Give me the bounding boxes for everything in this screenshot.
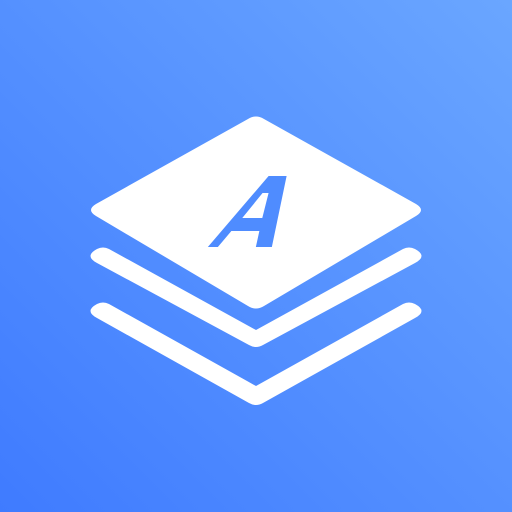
app-icon — [0, 0, 512, 512]
stacked-layers-letter-a-icon — [0, 0, 512, 512]
